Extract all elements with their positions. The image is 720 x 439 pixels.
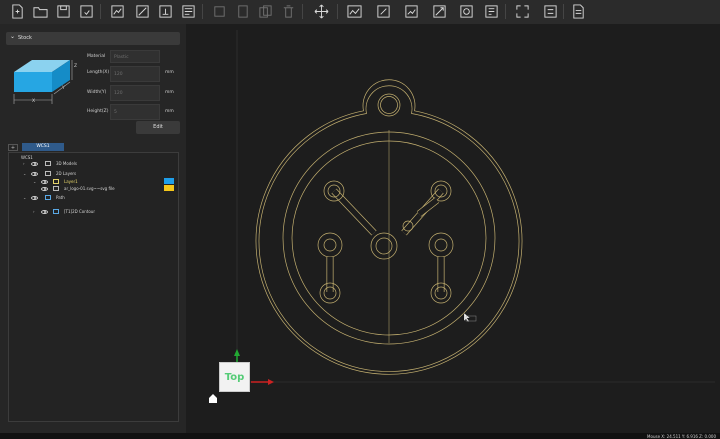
layer-color-blue-swatch[interactable] (164, 178, 174, 184)
toolbar-separator (302, 4, 303, 19)
tree-item-layer1[interactable]: Layer1 (64, 179, 78, 184)
width-unit: mm (165, 90, 174, 95)
export-2-icon[interactable] (157, 3, 173, 19)
new-file-icon[interactable] (9, 3, 25, 19)
view-cube-top[interactable]: Top (219, 362, 250, 392)
axis-z-label: Z (74, 64, 78, 69)
edit-toolpath-icon[interactable] (375, 3, 391, 19)
tree-item-3d-models[interactable]: 3D Models (56, 161, 77, 166)
svg-file-icon (53, 186, 59, 191)
visibility-eye-icon[interactable] (31, 172, 38, 176)
toolbar-separator (100, 4, 101, 19)
toolbar-separator (337, 4, 338, 19)
visibility-eye-icon[interactable] (41, 187, 48, 191)
export-icon[interactable] (134, 3, 150, 19)
layer-folder-icon (45, 171, 51, 176)
tree-item-2d-layers[interactable]: 2D Layers (56, 171, 76, 176)
stock-header-label: Stock (18, 35, 32, 41)
viewport-canvas[interactable] (186, 24, 720, 433)
project-tree: WCS1 › 3D Models ⌄ 2D Layers ⌄ Layer1 ar… (8, 152, 179, 422)
save-icon[interactable] (55, 3, 71, 19)
height-unit: mm (165, 109, 174, 114)
chevron-right-icon[interactable]: › (33, 209, 35, 214)
stock-section-header[interactable]: ⌄ Stock (6, 32, 180, 45)
edit-2-icon[interactable] (403, 3, 419, 19)
visibility-eye-icon[interactable] (31, 162, 38, 166)
paste-icon[interactable] (234, 3, 250, 19)
path-icon (45, 195, 51, 200)
simulate-icon[interactable] (483, 3, 499, 19)
view-cube-label: Top (224, 371, 245, 383)
tree-item-svg-file[interactable]: ar_logo-01.svg~~svg file (64, 186, 115, 191)
copy-icon[interactable] (211, 3, 227, 19)
tree-root-wcs[interactable]: WCS1 (21, 155, 33, 160)
edit-stock-button[interactable]: Edit (136, 121, 180, 134)
width-field[interactable]: 120 (110, 85, 160, 101)
length-unit: mm (165, 70, 174, 75)
export-3-icon[interactable] (180, 3, 196, 19)
visibility-eye-icon[interactable] (41, 180, 48, 184)
open-folder-icon[interactable] (32, 3, 48, 19)
delete-icon[interactable] (280, 3, 296, 19)
layer-icon (53, 179, 59, 184)
visibility-eye-icon[interactable] (31, 196, 38, 200)
stock-box-illustration (13, 60, 73, 104)
left-panel: ⌄ Stock X Y Z Material Plastic Length(X)… (0, 24, 186, 439)
chevron-down-icon[interactable]: ⌄ (23, 171, 26, 176)
mouse-coordinates: Mouse X: 24.511 Y: 6.916 Z: 0.000 (647, 433, 716, 439)
toolpath-icon (53, 209, 59, 214)
cursor-icon (463, 312, 477, 323)
chevron-down-icon[interactable]: ⌄ (23, 195, 26, 200)
main-toolbar (0, 0, 720, 25)
add-wcs-tab-button[interactable]: + (8, 144, 18, 151)
chevron-down-icon[interactable]: ⌄ (33, 179, 36, 184)
length-field[interactable]: 120 (110, 66, 160, 82)
3d-viewport[interactable]: Top (186, 24, 720, 433)
toolbar-separator (563, 4, 564, 19)
edit-3-icon[interactable] (431, 3, 447, 19)
model-folder-icon (45, 161, 51, 166)
transform-icon[interactable] (313, 3, 329, 19)
tree-item-2d-contour[interactable]: [T1]2D Contour (64, 209, 95, 214)
export-gcode-icon[interactable] (542, 3, 558, 19)
tree-item-path[interactable]: Path (56, 195, 65, 200)
material-field[interactable]: Plastic (110, 50, 160, 63)
home-view-icon[interactable] (208, 393, 218, 404)
import-icon[interactable] (109, 3, 125, 19)
axis-x-label: X (32, 99, 36, 104)
toolbar-separator (202, 4, 203, 19)
save-as-icon[interactable] (78, 3, 94, 19)
length-label: Length(X) (87, 70, 110, 75)
material-label: Material (87, 54, 106, 59)
svg-logo-outline (255, 79, 523, 375)
duplicate-icon[interactable] (257, 3, 273, 19)
layer-color-yellow-swatch[interactable] (164, 185, 174, 191)
height-label: Height(Z) (87, 109, 109, 114)
toolbar-separator (505, 4, 506, 19)
status-bar: Mouse X: 24.511 Y: 6.916 Z: 0.000 (0, 433, 720, 439)
fit-view-icon[interactable] (514, 3, 530, 19)
visibility-eye-icon[interactable] (41, 210, 48, 214)
view-2d-icon[interactable] (346, 3, 362, 19)
height-field[interactable]: 5 (110, 104, 160, 120)
width-label: Width(Y) (87, 90, 107, 95)
tab-wcs1[interactable]: WCS1 (22, 143, 64, 151)
axis-y-label: Y (62, 86, 65, 91)
notes-icon[interactable] (570, 3, 586, 19)
chevron-right-icon[interactable]: › (23, 161, 25, 166)
preview-icon[interactable] (458, 3, 474, 19)
chevron-down-icon: ⌄ (10, 33, 16, 40)
